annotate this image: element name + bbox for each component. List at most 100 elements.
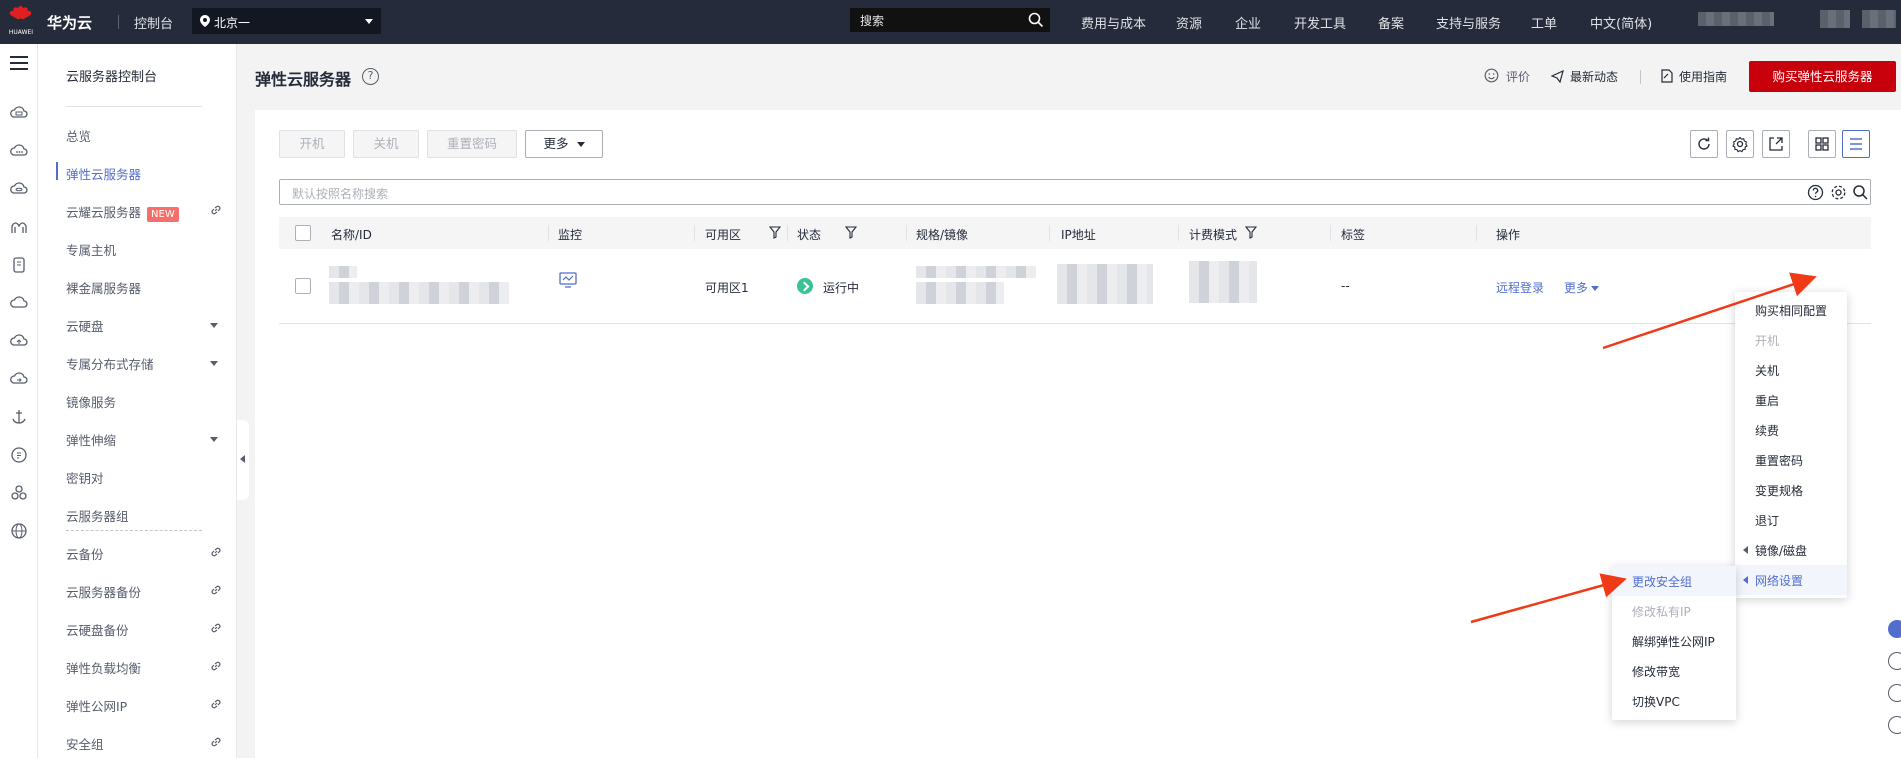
rate-link[interactable]: 评价	[1506, 68, 1530, 85]
sidebar-item-bare-metal[interactable]: 裸金属服务器	[66, 278, 141, 297]
menu-item-renew[interactable]: 续费	[1735, 415, 1847, 445]
nav-cost[interactable]: 费用与成本	[1081, 13, 1146, 32]
row-more-link[interactable]: 更多	[1564, 279, 1600, 296]
sidebar-item-overview[interactable]: 总览	[66, 126, 91, 145]
sidebar-item-auto-scaling[interactable]: 弹性伸缩	[66, 430, 116, 449]
cluster-icon[interactable]	[10, 484, 28, 502]
menu-item-switch-vpc[interactable]: 切换VPC	[1612, 686, 1736, 716]
remote-login-link[interactable]: 远程登录	[1496, 279, 1544, 296]
menu-item-stop[interactable]: 关机	[1735, 355, 1847, 385]
external-link-icon[interactable]	[210, 204, 222, 216]
account-name-redacted[interactable]	[1698, 12, 1774, 26]
reset-password-button[interactable]: 重置密码	[427, 130, 517, 158]
column-header-name[interactable]: 名称/ID	[331, 226, 372, 243]
sidebar-item-eip[interactable]: 弹性公网IP	[66, 696, 127, 715]
chevron-down-icon[interactable]	[210, 361, 218, 366]
instance-search-input[interactable]: 默认按照名称搜索	[279, 179, 1871, 205]
card-view-button[interactable]	[1808, 130, 1836, 158]
menu-item-restart[interactable]: 重启	[1735, 385, 1847, 415]
sidebar-collapse-handle[interactable]	[237, 420, 249, 500]
global-search-input[interactable]: 搜索	[850, 8, 1050, 32]
menu-icon[interactable]	[10, 56, 28, 70]
smile-icon[interactable]	[1888, 716, 1901, 734]
brand-name[interactable]: 华为云	[47, 12, 92, 33]
menu-item-unbind-eip[interactable]: 解绑弹性公网IP	[1612, 626, 1736, 656]
nav-icp-filing[interactable]: 备案	[1378, 13, 1404, 32]
sidebar-item-disk-backup[interactable]: 云硬盘备份	[66, 620, 129, 639]
menu-item-change-spec[interactable]: 变更规格	[1735, 475, 1847, 505]
sidebar-item-key-pair[interactable]: 密钥对	[66, 468, 104, 487]
nav-dev-tools[interactable]: 开发工具	[1294, 13, 1346, 32]
menu-item-reset-password[interactable]: 重置密码	[1735, 445, 1847, 475]
chevron-down-icon[interactable]	[210, 437, 218, 442]
external-link-icon[interactable]	[210, 546, 222, 558]
help-icon[interactable]	[1807, 184, 1824, 201]
external-link-icon[interactable]	[210, 584, 222, 596]
compass-icon[interactable]	[10, 446, 28, 464]
menu-item-modify-bandwidth[interactable]: 修改带宽	[1612, 656, 1736, 686]
filter-icon[interactable]	[845, 226, 857, 239]
cloud-icon[interactable]	[10, 294, 28, 312]
external-link-icon[interactable]	[210, 736, 222, 748]
instance-name-redacted[interactable]	[329, 266, 357, 278]
sidebar-item-server-group[interactable]: 云服务器组	[66, 506, 129, 525]
feedback-icon[interactable]	[1888, 684, 1901, 702]
cloud-upload-icon[interactable]	[10, 332, 28, 350]
sidebar-item-dedicated-host[interactable]: 专属主机	[66, 240, 116, 259]
smile-icon[interactable]	[1484, 68, 1499, 83]
sidebar-item-elb[interactable]: 弹性负载均衡	[66, 658, 141, 677]
bridge-icon[interactable]	[10, 218, 28, 236]
menu-item-buy-same[interactable]: 购买相同配置	[1735, 295, 1847, 325]
export-button[interactable]	[1762, 130, 1790, 158]
avatar[interactable]	[1820, 10, 1850, 28]
sidebar-item-flexus[interactable]: 云耀云服务器 NEW	[66, 202, 179, 222]
filter-icon[interactable]	[1245, 226, 1257, 239]
chat-cloud-icon[interactable]	[10, 142, 28, 160]
cloud-server-icon[interactable]	[10, 104, 28, 122]
sidebar-item-security-group[interactable]: 安全组	[66, 734, 104, 753]
nav-language[interactable]: 中文(简体)	[1590, 13, 1652, 32]
start-button[interactable]: 开机	[279, 130, 345, 158]
select-all-checkbox[interactable]	[295, 225, 311, 241]
search-icon[interactable]	[1852, 184, 1869, 201]
phone-icon[interactable]	[10, 256, 28, 274]
huawei-logo-icon[interactable]: HUAWEI	[6, 4, 36, 40]
menu-item-unsubscribe[interactable]: 退订	[1735, 505, 1847, 535]
sidebar-item-ecs[interactable]: 弹性云服务器	[66, 164, 141, 183]
user-guide-link[interactable]: 使用指南	[1679, 68, 1727, 85]
menu-item-image-disk[interactable]: 镜像/磁盘	[1735, 535, 1847, 565]
stop-button[interactable]: 关机	[353, 130, 419, 158]
sidebar-item-evs[interactable]: 云硬盘	[66, 316, 104, 335]
sidebar-item-server-backup[interactable]: 云服务器备份	[66, 582, 141, 601]
menu-item-change-security-group[interactable]: 更改安全组	[1612, 566, 1736, 596]
assistant-icon[interactable]	[1888, 620, 1901, 638]
more-actions-button[interactable]: 更多	[525, 130, 603, 158]
buy-ecs-button[interactable]: 购买弹性云服务器	[1749, 61, 1896, 92]
news-link[interactable]: 最新动态	[1570, 68, 1618, 85]
anchor-icon[interactable]	[10, 408, 28, 426]
filter-icon[interactable]	[769, 226, 781, 239]
sidebar-item-ims[interactable]: 镜像服务	[66, 392, 116, 411]
gear-icon[interactable]	[1830, 184, 1847, 201]
menu-item-network-settings[interactable]: 网络设置	[1735, 565, 1847, 595]
external-link-icon[interactable]	[210, 660, 222, 672]
row-checkbox[interactable]	[295, 278, 311, 294]
external-link-icon[interactable]	[210, 622, 222, 634]
nav-resources[interactable]: 资源	[1176, 13, 1202, 32]
sidebar-item-cbr[interactable]: 云备份	[66, 544, 104, 563]
chevron-down-icon[interactable]	[210, 323, 218, 328]
list-view-button[interactable]	[1842, 130, 1870, 158]
refresh-button[interactable]	[1690, 130, 1718, 158]
sidebar-item-dss[interactable]: 专属分布式存储	[66, 354, 154, 373]
nav-enterprise[interactable]: 企业	[1235, 13, 1261, 32]
search-icon[interactable]	[1028, 12, 1044, 28]
help-icon[interactable]	[1888, 652, 1901, 670]
help-icon[interactable]: ?	[362, 68, 379, 85]
nav-support[interactable]: 支持与服务	[1436, 13, 1501, 32]
monitor-icon[interactable]	[559, 272, 577, 288]
external-link-icon[interactable]	[210, 698, 222, 710]
globe-icon[interactable]	[10, 522, 28, 540]
region-selector[interactable]: 北京一	[192, 8, 381, 34]
console-link[interactable]: 控制台	[134, 13, 173, 32]
nav-ticket[interactable]: 工单	[1531, 13, 1557, 32]
